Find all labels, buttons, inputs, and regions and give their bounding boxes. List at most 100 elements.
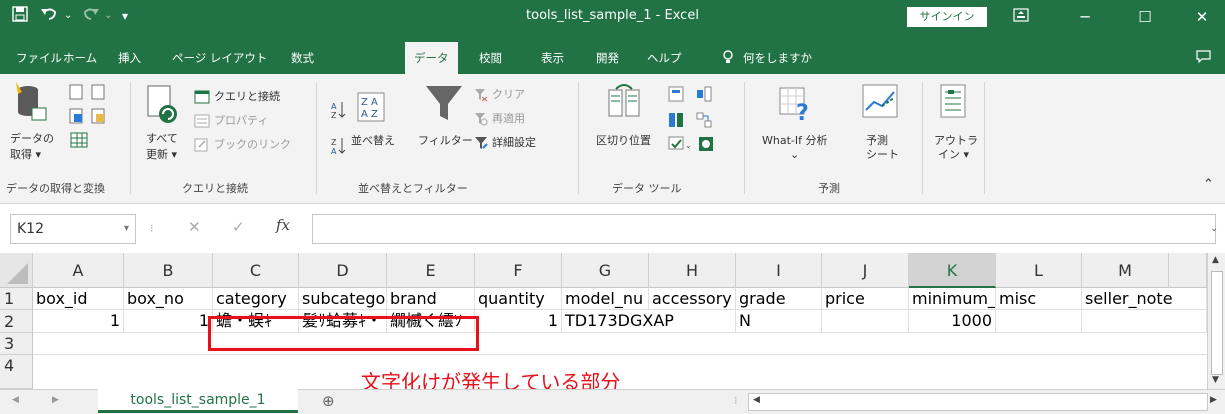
cell-C1[interactable]: category bbox=[213, 288, 299, 310]
tab-split-handle-icon[interactable]: ⁝ bbox=[734, 394, 738, 407]
advanced-label: 詳細設定 bbox=[492, 136, 536, 149]
cell-M2[interactable] bbox=[1082, 310, 1207, 333]
cell-K2[interactable]: 1000 bbox=[909, 310, 996, 333]
row-header[interactable]: 2 bbox=[0, 310, 33, 333]
whatif-icon: ? bbox=[779, 87, 809, 124]
column-header[interactable]: M bbox=[1082, 253, 1169, 288]
separator bbox=[744, 82, 745, 194]
text-to-columns-icon bbox=[608, 84, 640, 117]
cell-A1[interactable]: box_id bbox=[33, 288, 124, 310]
column-header[interactable]: G bbox=[562, 253, 649, 288]
column-header[interactable]: C bbox=[213, 253, 299, 288]
expand-formula-icon[interactable]: ⌄ bbox=[1210, 222, 1218, 236]
from-web-icon[interactable] bbox=[68, 108, 114, 124]
add-sheet-icon[interactable]: ⊕ bbox=[322, 392, 335, 410]
scroll-sheets-left-icon[interactable]: ◀ bbox=[12, 395, 19, 405]
tab-home[interactable]: ホーム bbox=[63, 50, 97, 66]
cell-F2[interactable]: 1 bbox=[475, 310, 562, 333]
scroll-sheets-right-icon[interactable]: ▶ bbox=[52, 395, 59, 405]
close-icon[interactable]: ✕ bbox=[1179, 0, 1225, 34]
cell-G1[interactable]: model_nu bbox=[562, 288, 649, 310]
from-text-icon[interactable] bbox=[68, 84, 114, 100]
cell-D1[interactable]: subcatego bbox=[299, 288, 387, 310]
cell-L1[interactable]: misc bbox=[996, 288, 1082, 310]
cancel-icon[interactable]: ✕ bbox=[188, 220, 201, 235]
scroll-right-icon[interactable]: ▶ bbox=[1210, 395, 1217, 405]
horizontal-scrollbar[interactable]: ◀ bbox=[748, 393, 1208, 411]
cell-B1[interactable]: box_no bbox=[124, 288, 213, 310]
column-header[interactable]: J bbox=[822, 253, 909, 288]
cell-I1[interactable]: grade bbox=[736, 288, 822, 310]
tab-help[interactable]: ヘルプ bbox=[647, 50, 682, 66]
cell-L2[interactable] bbox=[996, 310, 1082, 333]
column-header[interactable]: I bbox=[736, 253, 822, 288]
comments-icon[interactable] bbox=[1196, 50, 1211, 66]
column-header-selected[interactable]: K bbox=[909, 253, 996, 288]
cell-M1[interactable]: seller_note bbox=[1082, 288, 1207, 310]
tab-developer[interactable]: 開発 bbox=[596, 50, 619, 66]
data-validation-icon[interactable]: ⌄ bbox=[668, 136, 692, 154]
insert-function-icon[interactable]: fx bbox=[276, 218, 290, 233]
column-header[interactable] bbox=[1169, 253, 1207, 288]
tell-me-search[interactable]: 何をしますか bbox=[743, 50, 812, 66]
tell-me-icon[interactable] bbox=[722, 50, 734, 67]
row-header[interactable]: 3 bbox=[0, 333, 33, 355]
cell-A2[interactable]: 1 bbox=[33, 310, 124, 333]
cell-G2[interactable]: TD173DGXAP bbox=[562, 310, 736, 333]
tab-page-layout[interactable]: ページ レイアウト bbox=[172, 50, 267, 66]
tab-insert[interactable]: 挿入 bbox=[118, 50, 141, 66]
whatif-label-2: ⌄ bbox=[790, 148, 800, 161]
formula-input[interactable] bbox=[312, 214, 1216, 244]
get-data-label: データの bbox=[10, 132, 54, 145]
maximize-icon[interactable]: ☐ bbox=[1122, 0, 1168, 34]
scroll-up-icon[interactable]: ▲ bbox=[1212, 255, 1219, 265]
name-box[interactable]: K12 ▾ bbox=[10, 214, 136, 244]
sort-az-icon[interactable]: AZ bbox=[330, 100, 346, 120]
column-header[interactable]: E bbox=[387, 253, 475, 288]
relationships-icon[interactable] bbox=[696, 112, 712, 128]
cell-I2[interactable]: N bbox=[736, 310, 822, 333]
flash-fill-icon[interactable] bbox=[668, 86, 684, 102]
worksheet-grid[interactable]: A B C D E F G H I J K L M 1 2 3 4 box_id… bbox=[0, 253, 1207, 394]
scroll-left-icon[interactable]: ◀ bbox=[753, 395, 760, 405]
cell-H1[interactable]: accessory bbox=[649, 288, 736, 310]
scroll-down-icon[interactable]: ▼ bbox=[1212, 375, 1219, 385]
tab-review[interactable]: 校閲 bbox=[479, 50, 502, 66]
cell-B2[interactable]: 1 bbox=[124, 310, 213, 333]
enter-icon[interactable]: ✓ bbox=[232, 220, 245, 235]
column-header[interactable]: D bbox=[299, 253, 387, 288]
name-box-dropdown-icon[interactable]: ▾ bbox=[124, 215, 129, 243]
row-header[interactable]: 1 bbox=[0, 288, 33, 310]
column-header[interactable]: F bbox=[475, 253, 562, 288]
cell-J2[interactable] bbox=[822, 310, 909, 333]
cell-K1[interactable]: minimum_ bbox=[909, 288, 996, 310]
sort-za-icon[interactable]: ZA bbox=[330, 136, 346, 156]
consolidate-icon[interactable] bbox=[696, 86, 712, 102]
collapse-ribbon-icon[interactable]: ⌃ bbox=[1203, 178, 1214, 192]
cell-F1[interactable]: quantity bbox=[475, 288, 562, 310]
tab-file[interactable]: ファイル bbox=[16, 50, 62, 66]
row-header[interactable]: 4 bbox=[0, 355, 33, 389]
column-header[interactable]: H bbox=[649, 253, 736, 288]
remove-duplicates-icon[interactable] bbox=[668, 112, 684, 128]
select-all-corner[interactable] bbox=[0, 253, 33, 288]
cell-J1[interactable]: price bbox=[822, 288, 909, 310]
signin-button[interactable]: サインイン bbox=[907, 7, 987, 27]
ribbon-display-icon[interactable] bbox=[998, 0, 1044, 34]
separator bbox=[922, 82, 923, 194]
vertical-scrollbar[interactable]: ▲ ▼ bbox=[1207, 253, 1225, 389]
minimize-icon[interactable]: ─ bbox=[1062, 0, 1108, 34]
column-header[interactable]: B bbox=[124, 253, 213, 288]
from-table-icon[interactable] bbox=[70, 132, 90, 148]
data-model-icon[interactable] bbox=[698, 136, 714, 152]
cell-E1[interactable]: brand bbox=[387, 288, 475, 310]
tab-formulas[interactable]: 数式 bbox=[291, 50, 314, 66]
scroll-thumb[interactable] bbox=[1211, 271, 1223, 375]
sheet-tab-active[interactable]: tools_list_sample_1 bbox=[98, 389, 298, 413]
tab-view[interactable]: 表示 bbox=[541, 50, 564, 66]
column-header[interactable]: A bbox=[33, 253, 124, 288]
text-to-columns-label: 区切り位置 bbox=[596, 134, 651, 147]
tab-data[interactable]: データ bbox=[405, 42, 458, 74]
column-header[interactable]: L bbox=[996, 253, 1082, 288]
reapply-icon bbox=[475, 113, 488, 126]
